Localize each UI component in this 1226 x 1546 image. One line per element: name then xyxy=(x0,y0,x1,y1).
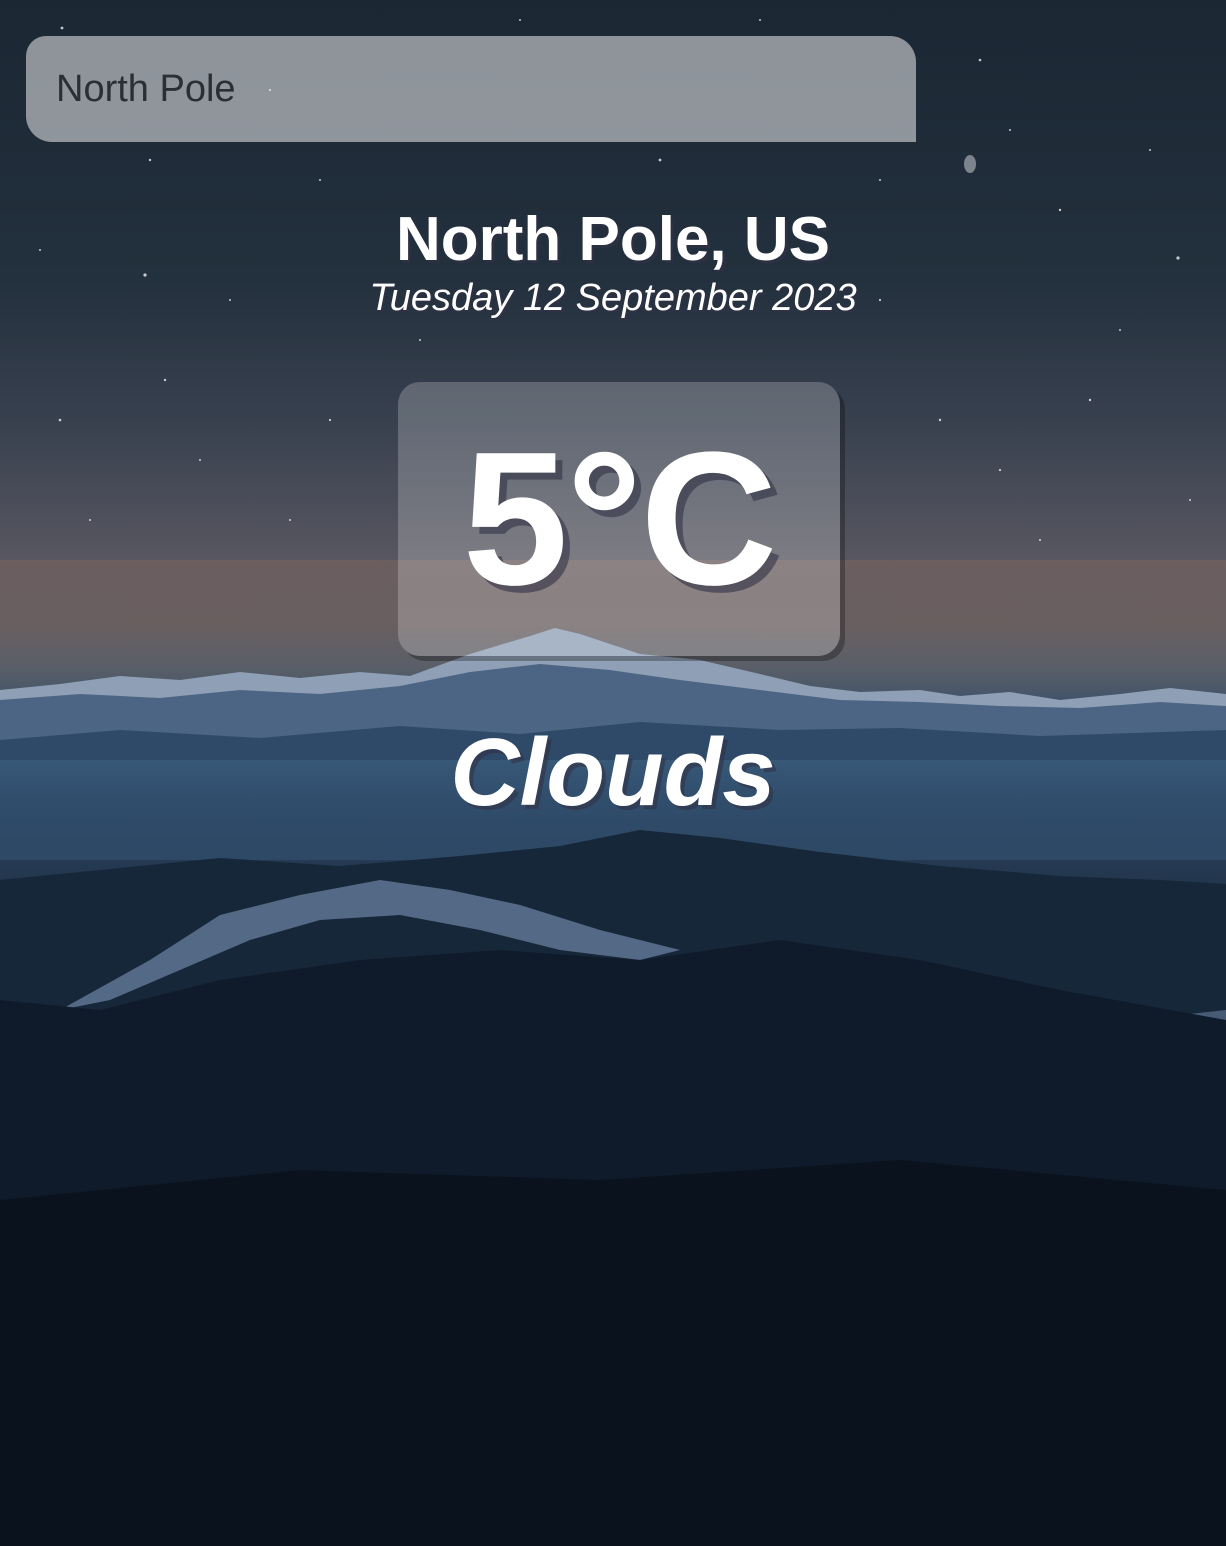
location-search-input[interactable] xyxy=(26,36,916,142)
temperature-value: 5°C xyxy=(462,413,778,625)
current-date: Tuesday 12 September 2023 xyxy=(369,277,857,319)
location-name: North Pole, US xyxy=(395,205,831,274)
weather-condition: Clouds xyxy=(450,719,776,826)
temperature-card: 5°C xyxy=(398,382,840,656)
